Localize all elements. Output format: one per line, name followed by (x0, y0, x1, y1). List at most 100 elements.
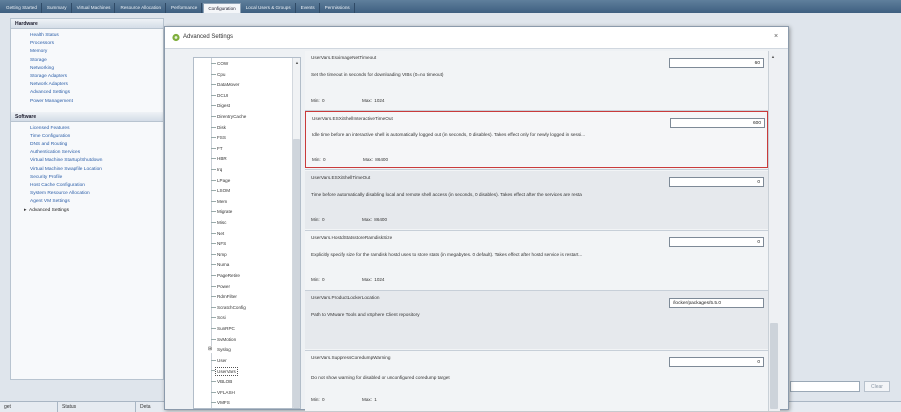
tree-item-scsi[interactable]: Scsi (194, 314, 290, 321)
setting-value-input[interactable]: 0 (669, 357, 764, 367)
tree-item-nmp[interactable]: Nmp (194, 251, 290, 258)
tree-item-label: ScratchConfig (217, 304, 246, 310)
setting-value-input[interactable]: /locker/packages/5.5.0 (669, 298, 764, 308)
tree-item-cpu[interactable]: Cpu (194, 71, 290, 78)
tree-item-numa[interactable]: Numa (194, 261, 290, 268)
tree-item-cow[interactable]: COW (194, 60, 290, 67)
nav-label: Virtual Machine Swapfile Location (30, 166, 102, 172)
hardware-item-storage[interactable]: Storage (30, 57, 163, 65)
tree-item-disk[interactable]: Disk (194, 124, 290, 131)
expand-icon[interactable]: ⊞ (208, 346, 213, 354)
tree-item-lsom[interactable]: LSOM (194, 187, 290, 194)
hardware-item-processors[interactable]: Processors (30, 40, 163, 48)
setting-entry: UserVars.ESXiShellInteractiveTimeOut 600 I… (305, 111, 768, 168)
tree-item-mem[interactable]: Mem (194, 198, 290, 205)
tree-item-ft[interactable]: FT (194, 145, 290, 152)
setting-key: UserVars.ESXiShellInteractiveTimeOut (312, 116, 393, 121)
tree-item-rdmfilter[interactable]: RdmFilter (194, 293, 290, 300)
tree-item-lpage[interactable]: LPage (194, 177, 290, 184)
software-item-agent-vm-settings[interactable]: Agent VM Settings (30, 198, 163, 206)
tree-item-vflash[interactable]: VFLASH (194, 389, 290, 396)
setting-value-input[interactable]: 0 (669, 177, 764, 187)
tree-item-migrate[interactable]: Migrate (194, 208, 290, 215)
hardware-item-storage-adapters[interactable]: Storage Adapters (30, 73, 163, 81)
tab-virtual-machines[interactable]: Virtual Machines (73, 3, 116, 13)
hardware-item-memory[interactable]: Memory (30, 48, 163, 56)
hardware-item-networking[interactable]: Networking (30, 65, 163, 73)
column-header-status[interactable]: Status (58, 402, 136, 412)
tab-getting-started[interactable]: Getting Started (2, 3, 42, 13)
software-item-authentication-services[interactable]: Authentication Services (30, 149, 163, 157)
hardware-item-advanced-settings[interactable]: Advanced Settings (30, 89, 163, 97)
setting-value-input[interactable]: 600 (670, 118, 765, 128)
tree-item-syslog[interactable]: ⊞ Syslog (194, 346, 290, 354)
software-item-licensed-features[interactable]: Licensed Features (30, 125, 163, 133)
hardware-item-network-adapters[interactable]: Network Adapters (30, 81, 163, 89)
hardware-item-power-management[interactable]: Power Management (30, 98, 163, 106)
min-label: Min: (311, 397, 320, 402)
max-label: Max: (362, 397, 372, 402)
tree-item-vblob[interactable]: VBLOB (194, 378, 290, 385)
settings-scrollbar-thumb[interactable] (770, 323, 778, 409)
tree-item-scratchconfig[interactable]: ScratchConfig (194, 304, 290, 311)
setting-description: Path to VMware Tools and vSphere Client … (311, 312, 420, 317)
software-item-system-resource-allocation[interactable]: System Resource Allocation (30, 190, 163, 198)
tree-connector (211, 359, 216, 361)
software-item-virtual-machine-startup-shutdown[interactable]: Virtual Machine Startup/Shutdown (30, 157, 163, 165)
tree-item-irq[interactable]: Irq (194, 166, 290, 173)
filter-input[interactable] (790, 381, 860, 392)
tab-resource-allocation[interactable]: Resource Allocation (116, 3, 167, 13)
tree-item-pageretire[interactable]: PageRetire (194, 272, 290, 279)
max-label: Max: (362, 217, 372, 222)
setting-value-input[interactable]: 0 (669, 237, 764, 247)
software-item-host-cache-configuration[interactable]: Host Cache Configuration (30, 182, 163, 190)
tab-performance[interactable]: Performance (167, 3, 203, 13)
setting-value-input[interactable]: 60 (669, 58, 764, 68)
tree-scrollbar-thumb[interactable] (293, 139, 300, 408)
tree-item-uservars[interactable]: UserVars (194, 367, 290, 377)
dialog-title: Advanced Settings (183, 34, 234, 40)
tab-events[interactable]: Events (297, 3, 320, 13)
tree-item-misc[interactable]: Misc (194, 219, 290, 226)
tree-item-label: Power (217, 283, 231, 289)
settings-tree: ▲ COW Cpu DataMover DCUI Digest DirentryCache… (193, 57, 301, 409)
tree-item-nfs[interactable]: NFS (194, 240, 290, 247)
tree-item-label: FT (217, 145, 223, 151)
tree-item-svmotion[interactable]: SvMotion (194, 336, 290, 343)
close-icon[interactable]: × (774, 33, 778, 40)
tab-configuration[interactable]: Configuration (203, 3, 241, 13)
tree-item-datamover[interactable]: DataMover (194, 81, 290, 88)
tree-item-sunrpc[interactable]: SunRPC (194, 325, 290, 332)
tab-local-users-groups[interactable]: Local Users & Groups (242, 3, 296, 13)
tree-item-fss[interactable]: FSS (194, 134, 290, 141)
tree-item-user[interactable]: User (194, 357, 290, 364)
tree-connector (211, 402, 216, 404)
scroll-up-icon[interactable]: ▲ (771, 54, 775, 59)
nav-label: Virtual Machine Startup/Shutdown (30, 158, 103, 164)
tab-summary[interactable]: Summary (43, 3, 72, 13)
tree-item-net[interactable]: Net (194, 230, 290, 237)
software-item-time-configuration[interactable]: Time Configuration (30, 133, 163, 141)
tab-permissions[interactable]: Permissions (321, 3, 355, 13)
column-header-target[interactable]: get (0, 402, 58, 412)
tree-item-dcui[interactable]: DCUI (194, 92, 290, 99)
tree-item-digest[interactable]: Digest (194, 102, 290, 109)
tree-item-vmfs[interactable]: VMFS (194, 399, 290, 406)
tree-item-power[interactable]: Power (194, 283, 290, 290)
clear-button[interactable]: Clear (864, 381, 890, 392)
nav-label: Authentication Services (30, 150, 81, 156)
tree-item-label: UserVars (215, 367, 238, 377)
tree-item-direntrycache[interactable]: DirentryCache (194, 113, 290, 120)
tree-item-hbr[interactable]: HBR (194, 155, 290, 162)
software-item-advanced-settings[interactable]: ▸ Advanced Settings (24, 207, 163, 215)
software-item-dns-and-routing[interactable]: DNS and Routing (30, 141, 163, 149)
software-item-security-profile[interactable]: Security Profile (30, 174, 163, 182)
min-label: Min: (311, 277, 320, 282)
tree-connector (211, 328, 216, 329)
tree-connector (211, 179, 216, 181)
tree-item-label: Mem (217, 198, 228, 204)
tree-item-label: Disk (217, 124, 226, 130)
scroll-up-icon[interactable]: ▲ (295, 60, 299, 65)
software-item-virtual-machine-swapfile-location[interactable]: Virtual Machine Swapfile Location (30, 166, 163, 174)
hardware-item-health-status[interactable]: Health Status (30, 32, 163, 40)
